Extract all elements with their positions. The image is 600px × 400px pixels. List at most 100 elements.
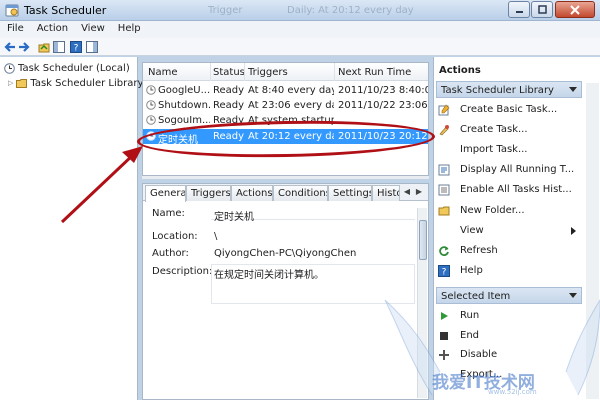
detail-scrollbar-thumb[interactable]: [419, 220, 427, 260]
menu-file[interactable]: File: [0, 21, 30, 38]
disable-icon: [439, 349, 449, 360]
task-list-header: Name Status Triggers Next Run Time: [143, 63, 428, 81]
help-icon[interactable]: ?: [70, 41, 82, 53]
tree-label-library: Task Scheduler Library: [30, 77, 144, 89]
tab-conditions[interactable]: Conditions: [273, 185, 328, 201]
menu-bar: File Action View Help: [0, 21, 600, 38]
navigation-tree: Task Scheduler (Local) ▷ Task Scheduler …: [0, 57, 143, 400]
detail-scrollbar[interactable]: [417, 208, 427, 398]
description-label: Description:: [152, 266, 213, 277]
description-value: 在规定时间关闭计算机。: [214, 270, 324, 281]
task-clock-icon: [146, 85, 156, 95]
task-name: SogouIm...: [158, 115, 210, 126]
maximize-icon: [537, 5, 547, 14]
tab-triggers[interactable]: Triggers: [186, 185, 231, 201]
actions-scrollbar[interactable]: [586, 83, 599, 399]
action-label: Create Basic Task...: [460, 104, 558, 115]
action-end[interactable]: End: [438, 328, 479, 343]
task-list-scrollbar[interactable]: [142, 176, 429, 179]
task-detail-pane: General Triggers Actions Conditions Sett…: [142, 183, 429, 400]
actions-pane: Actions Task Scheduler Library Create Ba…: [433, 57, 600, 400]
folder-icon: [16, 78, 28, 88]
tree-item-local[interactable]: Task Scheduler (Local): [4, 61, 130, 75]
tab-settings[interactable]: Settings: [328, 185, 372, 201]
forward-arrow-icon[interactable]: [18, 41, 30, 53]
task-clock-icon: [146, 115, 156, 125]
author-value: QiyongChen-PC\QiyongChen: [214, 248, 357, 259]
action-enable-history[interactable]: Enable All Tasks Hist...: [438, 182, 572, 197]
task-trigger: At 23:06 every day: [248, 100, 334, 111]
tab-general[interactable]: General: [145, 185, 186, 202]
watermark-url: www.52ij.com: [488, 388, 537, 396]
action-view[interactable]: View: [438, 223, 484, 238]
action-label: Refresh: [460, 245, 498, 256]
action-label: Enable All Tasks Hist...: [460, 184, 572, 195]
action-create-task[interactable]: Create Task...: [438, 122, 528, 137]
history-icon: [438, 184, 450, 195]
properties-pane-icon[interactable]: [86, 41, 98, 53]
column-status[interactable]: Status: [213, 67, 245, 78]
end-icon: [440, 331, 448, 340]
tab-history[interactable]: Histo: [372, 185, 400, 201]
action-new-folder[interactable]: New Folder...: [438, 203, 525, 218]
action-import-task[interactable]: Import Task...: [438, 142, 528, 157]
create-task-icon: [439, 124, 449, 135]
running-tasks-icon: [438, 164, 450, 175]
run-icon: [441, 311, 448, 320]
name-value: 定时关机: [214, 212, 254, 223]
minimize-button[interactable]: [508, 1, 530, 18]
show-hide-tree-icon[interactable]: [53, 41, 65, 53]
tree-item-library[interactable]: ▷ Task Scheduler Library: [8, 76, 143, 90]
help-icon: ?: [438, 264, 450, 277]
svg-text:?: ?: [442, 267, 447, 277]
task-name: Shutdown...: [158, 100, 210, 111]
tab-actions[interactable]: Actions: [231, 185, 273, 201]
author-label: Author:: [152, 248, 189, 259]
actions-header: Actions: [439, 65, 481, 76]
menu-view[interactable]: View: [74, 21, 111, 38]
actions-group-library[interactable]: Task Scheduler Library: [436, 81, 582, 98]
action-label: Import Task...: [460, 144, 528, 155]
title-bar: Task Scheduler Trigger Daily: At 20:12 e…: [0, 0, 600, 21]
action-display-running[interactable]: Display All Running T...: [438, 162, 574, 177]
up-folder-icon[interactable]: [38, 41, 50, 53]
tab-scroll-right-icon[interactable]: ▶: [414, 187, 424, 198]
action-create-basic-task[interactable]: Create Basic Task...: [438, 102, 557, 117]
action-label: Create Task...: [460, 124, 528, 135]
tree-label-local: Task Scheduler (Local): [18, 62, 130, 74]
tab-scroll-left-icon[interactable]: ◀: [402, 187, 412, 198]
task-next-run: 2011/10/22 23:06:22: [338, 100, 428, 111]
tree-expander-icon[interactable]: ▷: [8, 79, 13, 87]
actions-group-library-label: Task Scheduler Library: [441, 85, 554, 96]
task-row[interactable]: Shutdown... Ready At 23:06 every day 201…: [143, 98, 428, 113]
close-icon: [570, 4, 580, 15]
create-basic-task-icon: [438, 104, 450, 115]
menu-help[interactable]: Help: [111, 21, 147, 38]
column-triggers[interactable]: Triggers: [248, 67, 288, 78]
action-label: End: [460, 330, 480, 341]
action-refresh[interactable]: Refresh: [438, 243, 498, 258]
maximize-button[interactable]: [531, 1, 553, 18]
action-label: Disable: [460, 349, 498, 360]
location-value: \: [214, 231, 218, 242]
menu-action[interactable]: Action: [30, 21, 74, 38]
column-next-run[interactable]: Next Run Time: [338, 67, 411, 78]
background-trigger-text: Trigger: [208, 5, 243, 16]
toolbar: ?: [0, 38, 600, 56]
background-detail-text: Daily: At 20:12 every day: [287, 5, 414, 16]
submenu-arrow-icon: [571, 227, 576, 235]
task-row[interactable]: GoogleU... Ready At 8:40 every day 2011/…: [143, 83, 428, 98]
window-title: Task Scheduler: [24, 4, 107, 17]
action-run[interactable]: Run: [438, 308, 479, 323]
name-label: Name:: [152, 208, 185, 219]
action-disable[interactable]: Disable: [438, 347, 497, 362]
back-arrow-icon[interactable]: [4, 41, 16, 53]
new-folder-icon: [438, 206, 450, 215]
import-task-icon: [438, 144, 450, 156]
task-scheduler-icon: [5, 4, 19, 17]
close-button[interactable]: [555, 1, 595, 18]
column-name[interactable]: Name: [148, 67, 178, 78]
action-help[interactable]: ? Help: [438, 263, 483, 278]
task-status: Ready: [213, 85, 245, 96]
actions-group-selected[interactable]: Selected Item: [436, 287, 582, 304]
